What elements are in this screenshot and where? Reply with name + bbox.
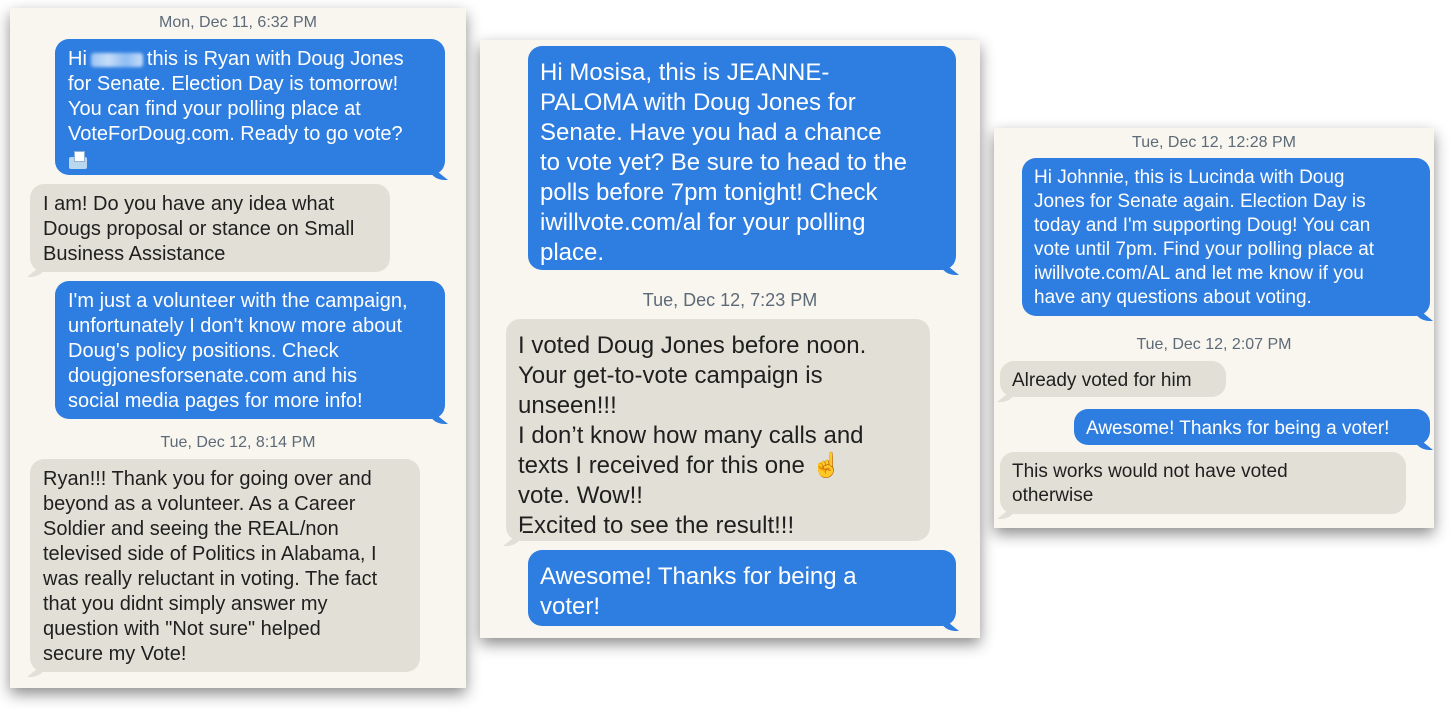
outgoing-message-bubble[interactable]: Hi Johnnie, this is Lucinda with Doug Jo…: [1022, 158, 1430, 316]
message-text: vote. Wow!! Excited to see the result!!!: [518, 482, 795, 539]
conversation-screenshot-lucinda: Tue, Dec 12, 12:28 PM Hi Johnnie, this i…: [994, 128, 1434, 528]
incoming-message-bubble[interactable]: Already voted for him: [1000, 361, 1226, 397]
outgoing-message-bubble[interactable]: I'm just a volunteer with the campaign, …: [55, 281, 445, 419]
message-timestamp: Mon, Dec 11, 6:32 PM: [159, 14, 317, 31]
message-timestamp: Tue, Dec 12, 2:07 PM: [1136, 336, 1292, 353]
incoming-message-bubble[interactable]: This works would not have voted otherwis…: [1000, 452, 1406, 514]
outgoing-message-bubble[interactable]: Awesome! Thanks for being a voter!: [528, 550, 956, 626]
message-timestamp: Tue, Dec 12, 12:28 PM: [1132, 134, 1296, 151]
ballot-box-icon: [68, 151, 88, 169]
incoming-message-bubble[interactable]: I voted Doug Jones before noon. Your get…: [506, 319, 930, 541]
message-timestamp: Tue, Dec 12, 8:14 PM: [160, 434, 316, 451]
incoming-message-bubble[interactable]: I am! Do you have any idea what Dougs pr…: [30, 184, 390, 272]
pointing-up-finger-icon: ☝: [811, 452, 842, 479]
outgoing-message-bubble[interactable]: Hi this is Ryan with Doug Jones for Senat…: [55, 39, 445, 175]
message-text: Hi: [68, 48, 87, 70]
redacted-name: [90, 52, 143, 67]
conversation-screenshot-ryan: Mon, Dec 11, 6:32 PM Hi this is Ryan with…: [10, 8, 466, 688]
outgoing-message-bubble[interactable]: Awesome! Thanks for being a voter!: [1074, 409, 1430, 445]
outgoing-message-bubble[interactable]: Hi Mosisa, this is JEANNE- PALOMA with D…: [528, 46, 956, 270]
message-timestamp: Tue, Dec 12, 7:23 PM: [642, 290, 818, 310]
conversation-screenshot-jeanne-paloma: Hi Mosisa, this is JEANNE- PALOMA with D…: [480, 40, 980, 638]
incoming-message-bubble[interactable]: Ryan!!! Thank you for going over and bey…: [30, 459, 420, 672]
